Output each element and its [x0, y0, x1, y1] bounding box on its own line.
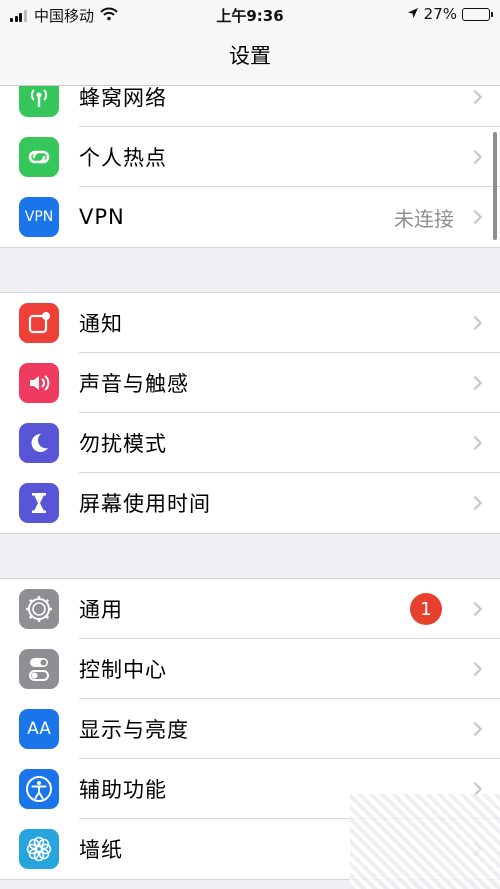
hourglass-icon	[19, 483, 59, 523]
moon-icon	[19, 423, 59, 463]
chevron-right-icon	[467, 435, 483, 451]
location-arrow-icon	[407, 5, 419, 23]
battery-icon	[462, 7, 493, 21]
settings-row-label: VPN	[79, 205, 125, 229]
gear-icon	[19, 589, 59, 629]
chevron-right-icon	[467, 315, 483, 331]
settings-row-label: 墙纸	[79, 838, 123, 862]
chevron-right-icon	[467, 375, 483, 391]
settings-row-label: 蜂窝网络	[79, 86, 167, 110]
settings-row-control-center[interactable]: 控制中心	[0, 639, 500, 699]
battery-percentage: 27%	[423, 5, 457, 23]
chevron-right-icon	[467, 601, 483, 617]
settings-row-screen-time[interactable]: 屏幕使用时间	[0, 473, 500, 533]
settings-row-notifications[interactable]: 通知	[0, 293, 500, 353]
settings-row-label: 屏幕使用时间	[79, 492, 211, 516]
settings-row-hotspot[interactable]: 个人热点	[0, 127, 500, 187]
settings-row-label: 声音与触感	[79, 372, 189, 396]
chevron-right-icon	[467, 721, 483, 737]
settings-row-label: 个人热点	[79, 146, 167, 170]
text-size-icon-text: AA	[27, 719, 51, 739]
wallpaper-flower-icon	[19, 829, 59, 869]
settings-row-label: 通用	[79, 598, 123, 622]
update-badge: 1	[410, 593, 442, 625]
hotspot-link-icon	[19, 137, 59, 177]
watermark-artifact	[350, 794, 500, 889]
accessibility-icon	[19, 769, 59, 809]
chevron-right-icon	[467, 495, 483, 511]
text-size-icon: AA	[19, 709, 59, 749]
settings-row-general[interactable]: 通用 1	[0, 579, 500, 639]
settings-screen: 蜂窝网络 个人热点 VPN VPN 未连接 通知 声音与触感 勿扰模式 屏幕使用…	[0, 0, 500, 889]
toggles-icon	[19, 649, 59, 689]
chevron-right-icon	[467, 89, 483, 105]
settings-row-sounds[interactable]: 声音与触感	[0, 353, 500, 413]
network-group: 蜂窝网络 个人热点 VPN VPN 未连接	[0, 66, 500, 248]
vpn-icon-text: VPN	[24, 209, 54, 225]
settings-row-do-not-disturb[interactable]: 勿扰模式	[0, 413, 500, 473]
settings-row-label: 通知	[79, 312, 123, 336]
scroll-indicator[interactable]	[493, 132, 497, 240]
chevron-right-icon	[467, 661, 483, 677]
navigation-bar: 设置	[0, 30, 500, 86]
settings-row-label: 辅助功能	[79, 778, 167, 802]
page-title: 设置	[229, 44, 271, 68]
chevron-right-icon	[467, 149, 483, 165]
settings-row-label: 显示与亮度	[79, 718, 189, 742]
vpn-status: 未连接	[394, 206, 454, 231]
speaker-icon	[19, 363, 59, 403]
vpn-icon: VPN	[19, 197, 59, 237]
status-right: 27%	[407, 5, 493, 23]
status-bar: 中国移动 上午9:36 27%	[0, 0, 500, 30]
settings-row-label: 控制中心	[79, 658, 167, 682]
notifications-group: 通知 声音与触感 勿扰模式 屏幕使用时间	[0, 292, 500, 534]
settings-row-label: 勿扰模式	[79, 432, 167, 456]
settings-row-display[interactable]: AA 显示与亮度	[0, 699, 500, 759]
chevron-right-icon	[467, 209, 483, 225]
notifications-icon	[19, 303, 59, 343]
settings-row-vpn[interactable]: VPN VPN 未连接	[0, 187, 500, 247]
